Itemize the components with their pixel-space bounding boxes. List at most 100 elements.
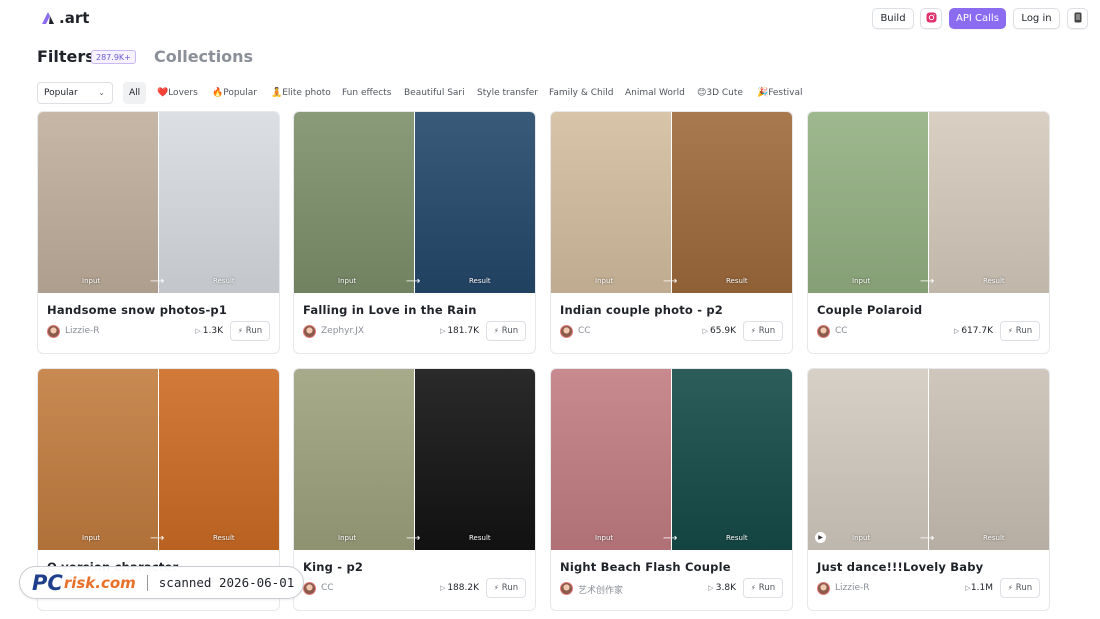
category-lovers[interactable]: ❤️Lovers: [151, 82, 204, 104]
category-beautiful-sari[interactable]: Beautiful Sari: [398, 82, 471, 104]
run-button[interactable]: ⚡ Run: [743, 321, 783, 341]
arrow-right-icon: ⟶: [663, 276, 678, 287]
author-name[interactable]: CC: [321, 583, 334, 593]
author-name[interactable]: CC: [578, 326, 591, 336]
input-label: Input: [595, 534, 614, 542]
sort-select[interactable]: Popular ⌄: [37, 82, 113, 104]
pcrisk-logo-risk: risk.com: [63, 573, 136, 592]
author-name[interactable]: 艺术创作家: [578, 583, 623, 596]
avatar[interactable]: [560, 582, 573, 595]
sort-select-value: Popular: [44, 88, 78, 98]
top-header: .art Build API Calls Log in: [0, 0, 1100, 36]
filter-title[interactable]: King - p2: [303, 560, 363, 574]
scan-date: scanned 2026-06-01: [158, 575, 295, 590]
filter-preview-image[interactable]: Input ⟶ Result: [38, 369, 279, 550]
instagram-icon: [926, 12, 937, 26]
avatar[interactable]: [303, 582, 316, 595]
category-all[interactable]: All: [123, 82, 147, 104]
filter-card[interactable]: Input ⟶ Result Night Beach Flash Couple 艺术创作…: [550, 368, 793, 611]
filter-card[interactable]: Input ⟶ Result ▶ Just dance!!!Lovely Baby Liz…: [807, 368, 1050, 611]
arrow-right-icon: ⟶: [920, 276, 935, 287]
run-button-label: Run: [501, 326, 519, 336]
tab-collections[interactable]: Collections: [154, 47, 253, 66]
category-animal-world[interactable]: Animal World: [619, 82, 691, 104]
filter-card[interactable]: Input ⟶ Result Handsome snow photos-p1 Lizzi…: [37, 111, 280, 354]
category-festival[interactable]: 🎉Festival: [751, 82, 809, 104]
result-photo: [414, 369, 535, 550]
run-button[interactable]: ⚡ Run: [1000, 578, 1040, 598]
filter-card[interactable]: Input ⟶ Result King - p2 CC ▷ 188.2K ⚡ Run: [293, 368, 536, 611]
result-photo: [158, 112, 279, 293]
instagram-button[interactable]: [920, 8, 942, 29]
arrow-right-icon: ⟶: [920, 533, 935, 544]
wand-icon: ⚡: [1007, 327, 1013, 335]
arrow-right-icon: ⟶: [406, 276, 421, 287]
author-name[interactable]: Lizzie-R: [835, 583, 870, 593]
input-photo: [808, 369, 929, 550]
input-label: Input: [82, 277, 101, 285]
filter-title[interactable]: Falling in Love in the Rain: [303, 303, 477, 317]
filter-preview-image[interactable]: Input ⟶ Result ▶: [808, 369, 1049, 550]
wand-icon: ⚡: [750, 327, 756, 335]
filter-title[interactable]: Couple Polaroid: [817, 303, 922, 317]
result-label: Result: [213, 277, 235, 285]
author-name[interactable]: Lizzie-R: [65, 326, 100, 336]
filter-title[interactable]: Indian couple photo - p2: [560, 303, 723, 317]
category-family-child[interactable]: Family & Child: [543, 82, 619, 104]
mobile-app-button[interactable]: [1067, 8, 1088, 29]
category-popular[interactable]: 🔥Popular: [206, 82, 263, 104]
run-count: 65.9K: [710, 326, 736, 336]
input-photo: [551, 112, 672, 293]
run-count: 1.3K: [202, 326, 223, 336]
run-button[interactable]: ⚡ Run: [1000, 321, 1040, 341]
play-count-icon: ▷: [954, 327, 960, 335]
filter-title[interactable]: Just dance!!!Lovely Baby: [817, 560, 983, 574]
filter-preview-image[interactable]: Input ⟶ Result: [551, 369, 792, 550]
result-label: Result: [726, 277, 748, 285]
category-elite-photo[interactable]: 🧘Elite photo: [265, 82, 337, 104]
input-photo: [294, 369, 415, 550]
filter-preview-image[interactable]: Input ⟶ Result: [294, 112, 535, 293]
filter-preview-image[interactable]: Input ⟶ Result: [551, 112, 792, 293]
filter-title[interactable]: Night Beach Flash Couple: [560, 560, 731, 574]
run-button[interactable]: ⚡ Run: [486, 321, 526, 341]
author-name[interactable]: CC: [835, 326, 848, 336]
run-count: 1.1M: [970, 583, 993, 593]
api-calls-button[interactable]: API Calls: [949, 8, 1006, 29]
brand-logo[interactable]: .art: [41, 9, 89, 27]
filter-card[interactable]: Input ⟶ Result Falling in Love in the Rain Z…: [293, 111, 536, 354]
input-photo: [551, 369, 672, 550]
avatar[interactable]: [817, 325, 830, 338]
tab-filters[interactable]: Filters: [37, 47, 95, 66]
filter-preview-image[interactable]: Input ⟶ Result: [38, 112, 279, 293]
run-button-label: Run: [1015, 583, 1033, 593]
result-label: Result: [983, 534, 1005, 542]
play-count-icon: ▷: [195, 327, 201, 335]
filter-preview-image[interactable]: Input ⟶ Result: [808, 112, 1049, 293]
wand-icon: ⚡: [493, 327, 499, 335]
login-button[interactable]: Log in: [1013, 8, 1060, 29]
filter-preview-image[interactable]: Input ⟶ Result: [294, 369, 535, 550]
filter-card[interactable]: Input ⟶ Result Couple Polaroid CC ▷ 617.7K ⚡ Run: [807, 111, 1050, 354]
avatar[interactable]: [560, 325, 573, 338]
result-label: Result: [469, 534, 491, 542]
run-button[interactable]: ⚡ Run: [486, 578, 526, 598]
build-button[interactable]: Build: [872, 8, 914, 29]
result-photo: [671, 112, 792, 293]
avatar[interactable]: [303, 325, 316, 338]
run-button[interactable]: ⚡ Run: [743, 578, 783, 598]
category-style-transfer[interactable]: Style transfer: [471, 82, 544, 104]
play-icon[interactable]: ▶: [815, 532, 826, 543]
category-fun-effects[interactable]: Fun effects: [336, 82, 397, 104]
run-button-label: Run: [501, 583, 519, 593]
category-3d-cute[interactable]: 😊3D Cute: [691, 82, 749, 104]
run-button[interactable]: ⚡ Run: [230, 321, 270, 341]
result-label: Result: [726, 534, 748, 542]
avatar[interactable]: [47, 325, 60, 338]
author-name[interactable]: Zephyr.JX: [321, 326, 364, 336]
avatar[interactable]: [817, 582, 830, 595]
run-button-label: Run: [758, 583, 776, 593]
watermark-divider: [146, 574, 148, 591]
filter-title[interactable]: Handsome snow photos-p1: [47, 303, 227, 317]
filter-card[interactable]: Input ⟶ Result Indian couple photo - p2 CC ▷ 6…: [550, 111, 793, 354]
